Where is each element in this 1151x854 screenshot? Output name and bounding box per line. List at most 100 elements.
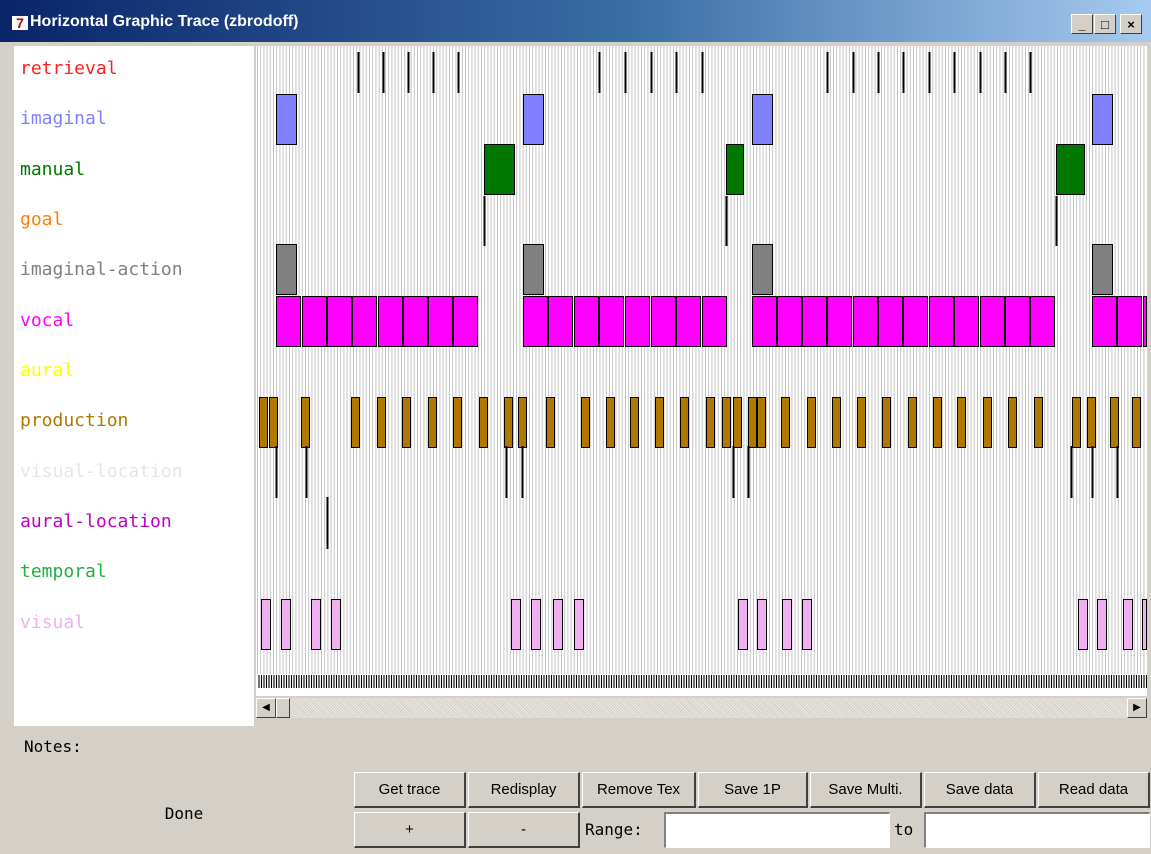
zoom-in-button[interactable]: + [354,812,466,848]
zoom-out-button[interactable]: - [468,812,580,848]
visual-event [281,599,291,650]
vocal-event [453,296,478,347]
vocal-event [378,296,403,347]
vocal-event [980,296,1005,347]
status-text: Done [164,803,204,823]
buffer-label-manual: manual [20,159,86,180]
scroll-track[interactable] [276,698,1127,718]
production-event [908,397,917,448]
visual-event [1123,599,1133,650]
buffer-label-retrieval: retrieval [20,58,118,79]
vocal-event [903,296,928,347]
vocal-event [853,296,878,347]
vocal-event [574,296,599,347]
visual-event [782,599,792,650]
imaginal-action-event [752,244,773,295]
production-event [781,397,790,448]
production-event [957,397,966,448]
redisplay-button[interactable]: Redisplay [468,772,580,808]
vocal-event [1030,296,1055,347]
range-label: Range: [585,820,643,839]
production-event [453,397,462,448]
vocal-event [777,296,802,347]
visual-event [802,599,812,650]
production-event [504,397,513,448]
buffer-label-production: production [20,410,129,431]
production-event [1008,397,1017,448]
production-event [377,397,386,448]
vocal-event [403,296,428,347]
vocal-event [1117,296,1142,347]
vocal-event [802,296,827,347]
production-event [351,397,360,448]
get-trace-button[interactable]: Get trace [354,772,466,808]
vocal-event [929,296,954,347]
production-event [606,397,615,448]
read-data-button[interactable]: Read data [1038,772,1150,808]
imaginal-event [1092,94,1113,145]
production-event [1087,397,1096,448]
save-data-button[interactable]: Save data [924,772,1036,808]
production-event [518,397,527,448]
production-event [722,397,731,448]
manual-event [1056,144,1085,195]
vocal-event [827,296,852,347]
trace-svg [257,46,1147,688]
trace-gridlines [257,46,1145,674]
vocal-event [428,296,453,347]
horizontal-scrollbar[interactable]: ◀ ▶ [256,698,1147,726]
scroll-right-arrow-icon[interactable]: ▶ [1127,698,1147,718]
visual-event [1097,599,1107,650]
remove-text-button[interactable]: Remove Tex [582,772,696,808]
imaginal-event [752,94,773,145]
visual-event [511,599,521,650]
vocal-event [954,296,979,347]
imaginal-event [276,94,297,145]
production-event [546,397,555,448]
save-multi-button[interactable]: Save Multi. [810,772,922,808]
production-event [748,397,757,448]
title-bar[interactable]: 7 Horizontal Graphic Trace (zbrodoff) _ … [0,0,1151,42]
production-event [857,397,866,448]
save-1p-button[interactable]: Save 1P [698,772,808,808]
vocal-event [752,296,777,347]
production-event [1132,397,1141,448]
production-event [479,397,488,448]
scroll-thumb[interactable] [276,698,290,718]
visual-event [574,599,584,650]
visual-event [311,599,321,650]
buffer-label-visual-location: visual-location [20,461,183,482]
buffer-label-aural-location: aural-location [20,511,172,532]
window-title: Horizontal Graphic Trace (zbrodoff) [30,13,299,30]
production-event [581,397,590,448]
production-event [428,397,437,448]
trace-canvas[interactable] [256,46,1147,696]
maximize-button[interactable]: □ [1094,14,1116,34]
production-event [680,397,689,448]
vocal-event [1005,296,1030,347]
visual-event [261,599,271,650]
buffer-label-goal: goal [20,209,64,230]
visual-event [757,599,767,650]
vocal-event [651,296,676,347]
tk-feather-icon: 7 [12,16,28,30]
visual-event [1078,599,1088,650]
vocal-event [1143,296,1147,347]
production-event [655,397,664,448]
manual-event [484,144,515,195]
vocal-event [1092,296,1117,347]
vocal-event [878,296,903,347]
imaginal-action-event [523,244,544,295]
minimize-button[interactable]: _ [1071,14,1093,34]
buffer-label-panel: retrieval imaginal manual goal imaginal-… [14,46,254,726]
production-event [882,397,891,448]
imaginal-event [523,94,544,145]
range-to-label: to [894,820,914,839]
notes-label: Notes: [24,737,82,756]
scroll-left-arrow-icon[interactable]: ◀ [256,698,276,718]
vocal-event [702,296,727,347]
range-end-input[interactable] [924,812,1150,848]
range-start-input[interactable] [664,812,890,848]
visual-event [331,599,341,650]
close-button[interactable]: × [1120,14,1142,34]
